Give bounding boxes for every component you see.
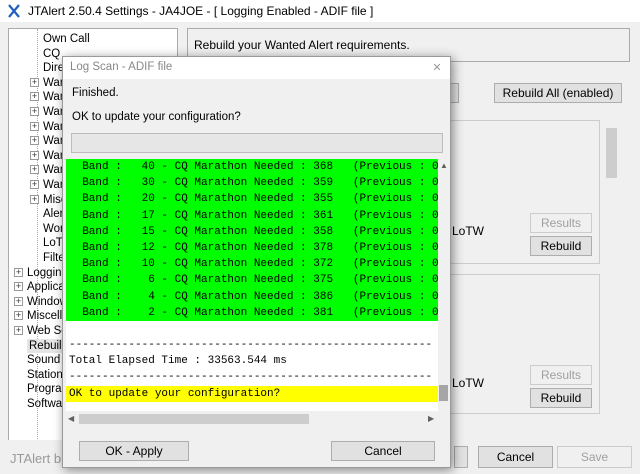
cancel-button[interactable]: Cancel bbox=[478, 446, 553, 468]
scroll-left-arrow-icon[interactable]: ◀ bbox=[68, 414, 74, 423]
tree-expander-icon[interactable]: + bbox=[30, 136, 39, 146]
log-line: Band : 10 - CQ Marathon Needed : 372 (Pr… bbox=[66, 256, 445, 273]
log-line: ----------------------------------------… bbox=[69, 339, 433, 352]
output-horizontal-scrollbar[interactable]: ◀ ▶ bbox=[66, 411, 438, 427]
log-line: Total Elapsed Time : 33563.544 ms bbox=[69, 355, 287, 368]
lotw-label-2: LoTW bbox=[452, 376, 485, 390]
log-line: Band : 6 - CQ Marathon Needed : 375 (Pre… bbox=[66, 272, 445, 289]
dialog-titlebar: Log Scan - ADIF file ✕ bbox=[63, 57, 450, 79]
hidden-bottom-button[interactable] bbox=[454, 446, 468, 468]
log-line: Band : 4 - CQ Marathon Needed : 386 (Pre… bbox=[66, 288, 445, 305]
log-line: Band : 20 - CQ Marathon Needed : 355 (Pr… bbox=[66, 191, 445, 208]
tree-expander-icon[interactable]: + bbox=[30, 77, 39, 87]
log-line: Band : 15 - CQ Marathon Needed : 358 (Pr… bbox=[66, 223, 445, 240]
tree-item[interactable]: Own Call bbox=[43, 32, 90, 46]
scroll-up-arrow-icon[interactable]: ▲ bbox=[440, 161, 448, 170]
output-vertical-scrollbar-thumb[interactable] bbox=[439, 385, 448, 401]
scan-output-box[interactable]: Band : 40 - CQ Marathon Needed : 368 (Pr… bbox=[66, 159, 449, 427]
log-line: ----------------------------------------… bbox=[69, 371, 433, 384]
tree-expander-icon[interactable]: + bbox=[14, 311, 23, 321]
log-line: Band : 12 - CQ Marathon Needed : 378 (Pr… bbox=[66, 239, 445, 257]
app-x-icon bbox=[6, 3, 22, 19]
scroll-right-arrow-icon[interactable]: ▶ bbox=[428, 414, 434, 423]
tree-expander-icon[interactable]: + bbox=[14, 267, 23, 277]
rebuild-button-1[interactable]: Rebuild bbox=[530, 236, 592, 256]
log-line: OK to update your configuration? bbox=[66, 385, 438, 402]
tree-item[interactable]: CQ bbox=[43, 47, 60, 61]
tree-expander-icon[interactable]: + bbox=[30, 194, 39, 204]
tree-expander-icon[interactable]: + bbox=[14, 282, 23, 292]
results-button-2[interactable]: Results bbox=[530, 365, 592, 385]
tree-item[interactable]: Softwar bbox=[27, 397, 66, 411]
tree-expander-icon[interactable]: + bbox=[30, 180, 39, 189]
close-icon[interactable]: ✕ bbox=[430, 61, 444, 75]
progress-bar bbox=[71, 133, 443, 153]
scan-output-lines: Band : 40 - CQ Marathon Needed : 368 (Pr… bbox=[66, 159, 445, 402]
rebuild-header-text: Rebuild your Wanted Alert requirements. bbox=[194, 38, 410, 52]
tree-expander-icon[interactable]: + bbox=[30, 165, 39, 175]
dialog-cancel-button[interactable]: Cancel bbox=[331, 441, 435, 461]
window-titlebar: JTAlert 2.50.4 Settings - JA4JOE - [ Log… bbox=[0, 0, 640, 22]
dialog-question-text: OK to update your configuration? bbox=[72, 111, 241, 123]
dialog-title: Log Scan - ADIF file bbox=[70, 61, 173, 73]
lotw-label-1: LoTW bbox=[452, 224, 485, 238]
right-scrollbar-thumb[interactable] bbox=[606, 128, 617, 178]
tree-expander-icon[interactable]: + bbox=[30, 150, 39, 160]
log-line: Band : 17 - CQ Marathon Needed : 361 (Pr… bbox=[66, 207, 445, 224]
log-scan-dialog: Log Scan - ADIF file ✕ Finished. OK to u… bbox=[62, 56, 451, 468]
ok-apply-button[interactable]: OK - Apply bbox=[79, 441, 189, 461]
output-horizontal-scrollbar-thumb[interactable] bbox=[79, 414, 309, 424]
right-scrollbar[interactable] bbox=[604, 120, 620, 440]
tree-expander-icon[interactable]: + bbox=[30, 92, 39, 102]
status-text: JTAlert b bbox=[10, 451, 62, 466]
log-line: Band : 2 - CQ Marathon Needed : 381 (Pre… bbox=[66, 304, 445, 321]
tree-expander-icon[interactable]: + bbox=[14, 326, 23, 335]
tree-expander-icon[interactable]: + bbox=[30, 107, 39, 116]
tree-expander-icon[interactable]: + bbox=[14, 296, 23, 306]
output-vertical-scrollbar[interactable]: ▲ bbox=[438, 159, 449, 427]
log-line: Band : 30 - CQ Marathon Needed : 359 (Pr… bbox=[66, 175, 445, 192]
window-title: JTAlert 2.50.4 Settings - JA4JOE - [ Log… bbox=[28, 4, 374, 18]
rebuild-all-button[interactable]: Rebuild All (enabled) bbox=[494, 83, 622, 103]
save-button[interactable]: Save bbox=[557, 446, 632, 468]
rebuild-button-2[interactable]: Rebuild bbox=[530, 388, 592, 408]
tree-item[interactable]: Wor bbox=[43, 222, 64, 236]
results-button-1[interactable]: Results bbox=[530, 213, 592, 233]
tree-item[interactable]: Station bbox=[27, 368, 63, 382]
dialog-status-text: Finished. bbox=[72, 87, 119, 99]
log-line: Band : 40 - CQ Marathon Needed : 368 (Pr… bbox=[66, 159, 445, 176]
tree-expander-icon[interactable]: + bbox=[30, 121, 39, 131]
